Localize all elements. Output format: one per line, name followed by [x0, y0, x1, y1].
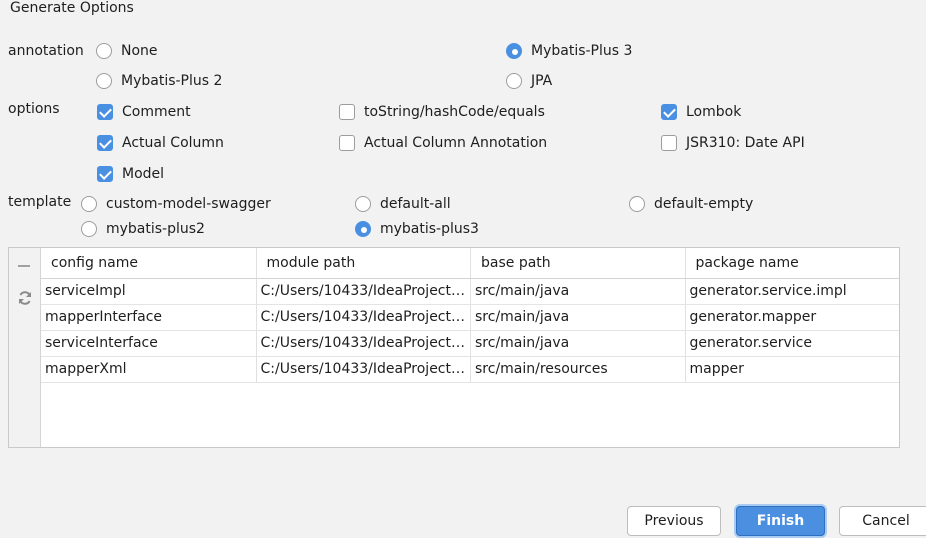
annotation-option-label: None [121, 43, 158, 59]
radio-icon[interactable] [629, 196, 645, 212]
table-cell[interactable]: mapperXml [41, 357, 257, 382]
table-cell[interactable]: generator.service [686, 331, 900, 356]
option-label: Model [122, 166, 165, 182]
checkbox-icon[interactable] [339, 104, 355, 120]
checkbox-checked-icon[interactable] [97, 135, 113, 151]
table-cell[interactable]: mapper [686, 357, 900, 382]
previous-button[interactable]: Previous [627, 506, 721, 536]
annotation-option-label: Mybatis-Plus 2 [121, 73, 223, 89]
template-option-label: custom-model-swagger [106, 196, 271, 212]
annotation-option-label: Mybatis-Plus 3 [531, 43, 633, 59]
radio-selected-icon[interactable] [355, 221, 371, 237]
annotation-option-mybatis-plus-2[interactable]: Mybatis-Plus 2 [96, 73, 222, 89]
table-cell[interactable]: serviceImpl [41, 279, 257, 304]
config-table: config name module path base path packag… [8, 247, 900, 448]
table-cell[interactable]: src/main/java [471, 279, 686, 304]
template-option-label: default-empty [654, 196, 754, 212]
column-header[interactable]: base path [471, 248, 686, 278]
radio-selected-icon[interactable] [506, 43, 522, 59]
annotation-option-mybatis-plus-3[interactable]: Mybatis-Plus 3 [506, 43, 632, 59]
table-grid: config name module path base path packag… [41, 248, 899, 383]
table-toolbar [9, 248, 41, 447]
refresh-icon[interactable] [17, 290, 33, 306]
table-row[interactable]: mapperXml C:/Users/10433/IdeaProjects/te… [41, 357, 899, 383]
table-cell[interactable]: C:/Users/10433/IdeaProjects/test [257, 357, 471, 382]
radio-icon[interactable] [506, 73, 522, 89]
radio-icon[interactable] [81, 196, 97, 212]
column-header[interactable]: package name [686, 248, 900, 278]
table-row[interactable]: mapperInterface C:/Users/10433/IdeaProje… [41, 305, 899, 331]
radio-icon[interactable] [81, 221, 97, 237]
annotation-option-none[interactable]: None [96, 43, 158, 59]
table-cell[interactable]: mapperInterface [41, 305, 257, 330]
option-label: Actual Column Annotation [364, 135, 548, 151]
radio-icon[interactable] [355, 196, 371, 212]
template-label: template [8, 194, 72, 210]
option-jsr310-date-api[interactable]: JSR310: Date API [661, 135, 805, 151]
template-option-mybatis-plus2[interactable]: mybatis-plus2 [81, 221, 205, 237]
template-option-label: mybatis-plus3 [380, 221, 479, 237]
radio-icon[interactable] [96, 43, 112, 59]
column-header[interactable]: module path [257, 248, 471, 278]
options-label: options [8, 101, 60, 117]
option-actual-column[interactable]: Actual Column [97, 135, 224, 151]
option-label: Lombok [686, 104, 742, 120]
table-cell[interactable]: generator.mapper [686, 305, 900, 330]
checkbox-icon[interactable] [661, 135, 677, 151]
table-row[interactable]: serviceInterface C:/Users/10433/IdeaProj… [41, 331, 899, 357]
annotation-option-jpa[interactable]: JPA [506, 73, 552, 89]
table-cell[interactable]: C:/Users/10433/IdeaProjects/test [257, 305, 471, 330]
template-option-label: default-all [380, 196, 451, 212]
template-option-default-all[interactable]: default-all [355, 196, 451, 212]
option-model[interactable]: Model [97, 166, 164, 182]
template-option-default-empty[interactable]: default-empty [629, 196, 753, 212]
option-label: Actual Column [122, 135, 224, 151]
checkbox-checked-icon[interactable] [97, 166, 113, 182]
table-cell[interactable]: generator.service.impl [686, 279, 900, 304]
template-option-mybatis-plus3[interactable]: mybatis-plus3 [355, 221, 479, 237]
option-lombok[interactable]: Lombok [661, 104, 741, 120]
column-header[interactable]: config name [41, 248, 257, 278]
finish-button[interactable]: Finish [736, 506, 825, 536]
checkbox-checked-icon[interactable] [661, 104, 677, 120]
option-label: toString/hashCode/equals [364, 104, 545, 120]
annotation-label: annotation [8, 43, 84, 59]
table-cell[interactable]: src/main/java [471, 331, 686, 356]
checkbox-icon[interactable] [339, 135, 355, 151]
option-label: JSR310: Date API [686, 135, 805, 151]
option-tostring-hashcode-equals[interactable]: toString/hashCode/equals [339, 104, 545, 120]
option-comment[interactable]: Comment [97, 104, 191, 120]
dialog-title: Generate Options [10, 0, 134, 16]
table-row[interactable]: serviceImpl C:/Users/10433/IdeaProjects/… [41, 279, 899, 305]
cancel-button[interactable]: Cancel [839, 506, 926, 536]
radio-icon[interactable] [96, 73, 112, 89]
table-cell[interactable]: src/main/java [471, 305, 686, 330]
table-cell[interactable]: C:/Users/10433/IdeaProjects/test [257, 279, 471, 304]
template-option-label: mybatis-plus2 [106, 221, 205, 237]
table-cell[interactable]: src/main/resources [471, 357, 686, 382]
option-actual-column-annotation[interactable]: Actual Column Annotation [339, 135, 547, 151]
option-label: Comment [122, 104, 191, 120]
template-option-custom-model-swagger[interactable]: custom-model-swagger [81, 196, 271, 212]
annotation-option-label: JPA [531, 73, 553, 89]
remove-row-icon[interactable] [18, 265, 30, 267]
checkbox-checked-icon[interactable] [97, 104, 113, 120]
table-cell[interactable]: serviceInterface [41, 331, 257, 356]
table-header: config name module path base path packag… [41, 248, 899, 279]
table-cell[interactable]: C:/Users/10433/IdeaProjects/test [257, 331, 471, 356]
